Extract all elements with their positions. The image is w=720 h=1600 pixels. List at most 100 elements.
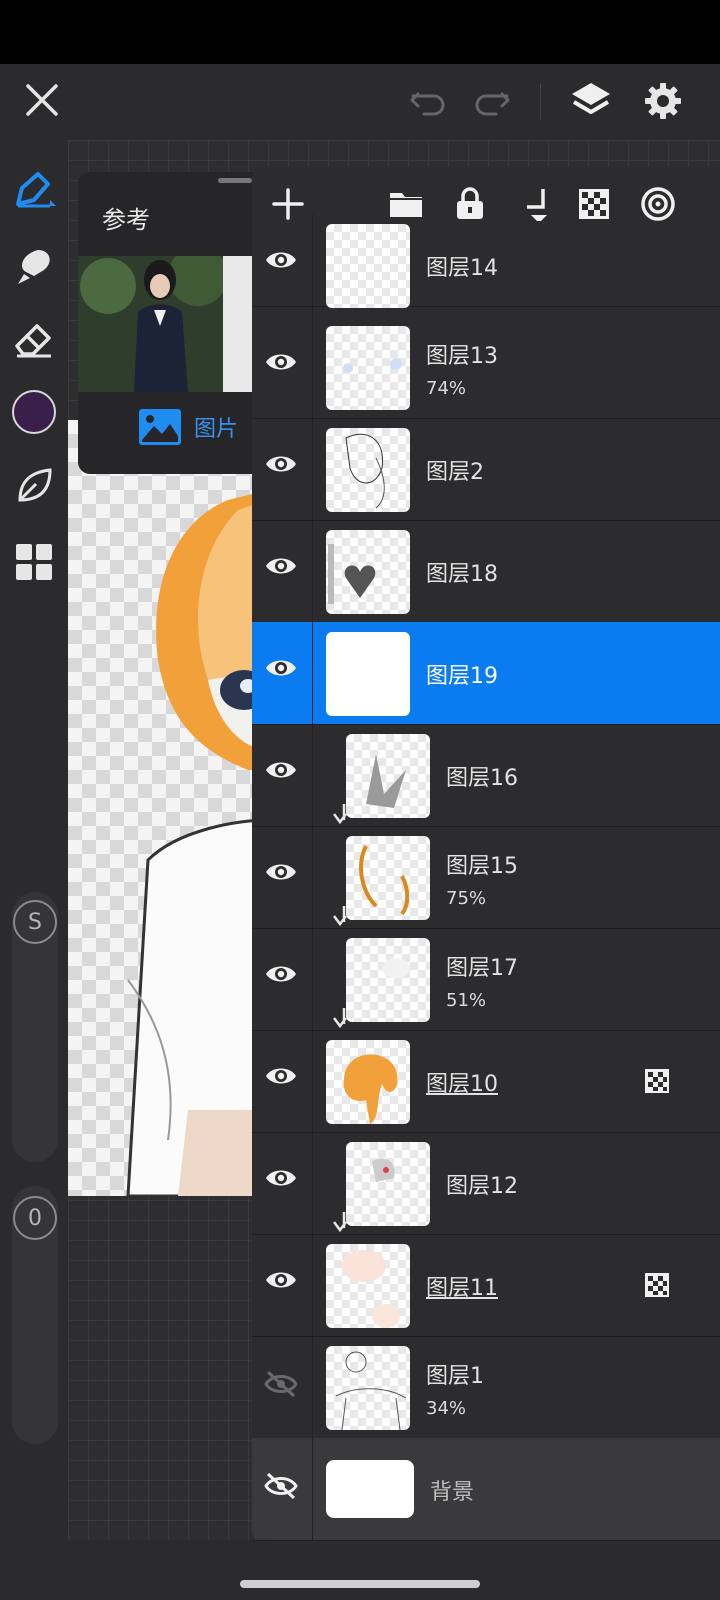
background-layer-row[interactable]: 背景	[252, 1438, 720, 1541]
reference-image-button[interactable]: 图片	[138, 408, 238, 446]
color-swatch[interactable]	[12, 390, 56, 434]
layer-name: 图层16	[446, 766, 518, 791]
layer-name: 图层11	[426, 1276, 498, 1301]
reference-title: 参考	[102, 206, 150, 234]
eye-icon[interactable]	[264, 248, 300, 282]
row-divider	[312, 1438, 313, 1540]
layer-thumbnail[interactable]	[326, 326, 410, 410]
row-divider	[312, 622, 313, 724]
layer-row[interactable]: 图层15 75%	[252, 826, 720, 929]
layer-row[interactable]: 图层2	[252, 418, 720, 521]
layer-opacity: 34%	[426, 1398, 467, 1419]
layer-row[interactable]: 图层12	[252, 1132, 720, 1235]
layer-opacity: 75%	[446, 888, 487, 909]
artwork-canvas[interactable]	[68, 420, 268, 1196]
layer-name: 背景	[430, 1480, 475, 1505]
layer-opacity: 51%	[446, 990, 487, 1011]
layer-thumbnail[interactable]	[326, 632, 410, 716]
layer-thumbnail[interactable]	[326, 1244, 410, 1328]
layer-thumbnail[interactable]	[326, 428, 410, 512]
layer-thumbnail[interactable]	[346, 1142, 430, 1226]
eye-icon[interactable]	[264, 1064, 300, 1098]
row-divider	[312, 928, 313, 1030]
image-icon	[139, 409, 181, 445]
eye-icon[interactable]	[264, 758, 300, 792]
size-label: S	[13, 900, 57, 944]
row-divider	[312, 1132, 313, 1234]
layer-name: 图层13	[426, 344, 498, 369]
layers-panel: 图层14 图层13 74% 图层2 图层18 图层19 图层16 图层15 75% 图层17 51%…	[252, 166, 720, 1544]
eye-icon[interactable]	[264, 656, 300, 690]
layer-name: 图层2	[426, 460, 484, 485]
grid-icon[interactable]	[8, 536, 60, 588]
eye-off-icon[interactable]	[264, 1370, 300, 1404]
brush-size-slider[interactable]: S	[12, 892, 58, 1162]
layer-thumbnail[interactable]	[346, 938, 430, 1022]
layer-name: 图层12	[446, 1174, 518, 1199]
clip-arrow-icon	[330, 904, 348, 927]
layer-row[interactable]: 图层16	[252, 724, 720, 827]
layer-thumbnail[interactable]	[326, 1346, 410, 1430]
layer-row[interactable]: 图层19	[252, 622, 720, 725]
reference-image-label: 图片	[194, 417, 239, 442]
toolbar-divider	[540, 84, 541, 120]
mask-icon[interactable]	[644, 1068, 672, 1096]
layer-row[interactable]: 图层10	[252, 1030, 720, 1133]
eye-icon[interactable]	[264, 860, 300, 894]
top-toolbar	[0, 64, 720, 140]
clip-arrow-icon	[330, 1006, 348, 1029]
layer-row[interactable]: 图层18	[252, 520, 720, 623]
reference-photo[interactable]	[78, 256, 278, 392]
eye-icon[interactable]	[264, 1268, 300, 1302]
layer-name: 图层10	[426, 1072, 498, 1097]
pen-icon[interactable]	[8, 164, 60, 216]
eye-icon[interactable]	[264, 962, 300, 996]
layer-name: 图层17	[446, 956, 518, 981]
layer-name: 图层1	[426, 1364, 484, 1389]
layer-thumbnail[interactable]	[346, 734, 430, 818]
smudge-icon[interactable]	[8, 240, 60, 292]
clip-arrow-icon	[330, 802, 348, 825]
layer-thumbnail[interactable]	[326, 224, 410, 308]
eye-off-icon[interactable]	[264, 1472, 300, 1506]
layer-opacity: 74%	[426, 378, 467, 399]
row-divider	[312, 316, 313, 418]
undo-icon[interactable]	[406, 80, 450, 124]
eraser-icon[interactable]	[8, 314, 60, 366]
left-toolbar: S 0	[0, 140, 68, 1600]
row-divider	[312, 214, 313, 316]
clip-arrow-icon	[330, 1210, 348, 1233]
layer-name: 图层14	[426, 256, 498, 281]
row-divider	[312, 520, 313, 622]
home-indicator[interactable]	[240, 1580, 480, 1588]
eye-icon[interactable]	[264, 350, 300, 384]
close-icon[interactable]	[20, 78, 64, 122]
row-divider	[312, 418, 313, 520]
layers-icon[interactable]	[566, 76, 616, 126]
row-divider	[312, 826, 313, 928]
brush-opacity-slider[interactable]: 0	[12, 1186, 58, 1444]
eye-icon[interactable]	[264, 452, 300, 486]
layer-row[interactable]: 图层1 34%	[252, 1336, 720, 1439]
row-divider	[312, 1234, 313, 1336]
layer-row[interactable]: 图层11	[252, 1234, 720, 1337]
layer-row[interactable]: 图层17 51%	[252, 928, 720, 1031]
layer-row[interactable]: 图层14	[252, 214, 720, 316]
reference-panel[interactable]: 参考 图片	[78, 172, 278, 474]
settings-icon[interactable]	[638, 76, 688, 126]
layer-thumbnail[interactable]	[346, 836, 430, 920]
layer-thumbnail[interactable]	[326, 530, 410, 614]
layer-thumbnail[interactable]	[326, 1040, 410, 1124]
layer-name: 图层19	[426, 664, 498, 689]
row-divider	[312, 1336, 313, 1438]
layer-row[interactable]: 图层13 74%	[252, 316, 720, 419]
layer-name: 图层15	[446, 854, 518, 879]
layer-thumbnail[interactable]	[326, 1460, 414, 1518]
drag-handle[interactable]	[218, 178, 252, 183]
leaf-icon[interactable]	[8, 460, 60, 512]
eye-icon[interactable]	[264, 554, 300, 588]
redo-icon[interactable]	[470, 80, 514, 124]
mask-icon[interactable]	[644, 1272, 672, 1300]
status-bar	[0, 0, 720, 64]
eye-icon[interactable]	[264, 1166, 300, 1200]
